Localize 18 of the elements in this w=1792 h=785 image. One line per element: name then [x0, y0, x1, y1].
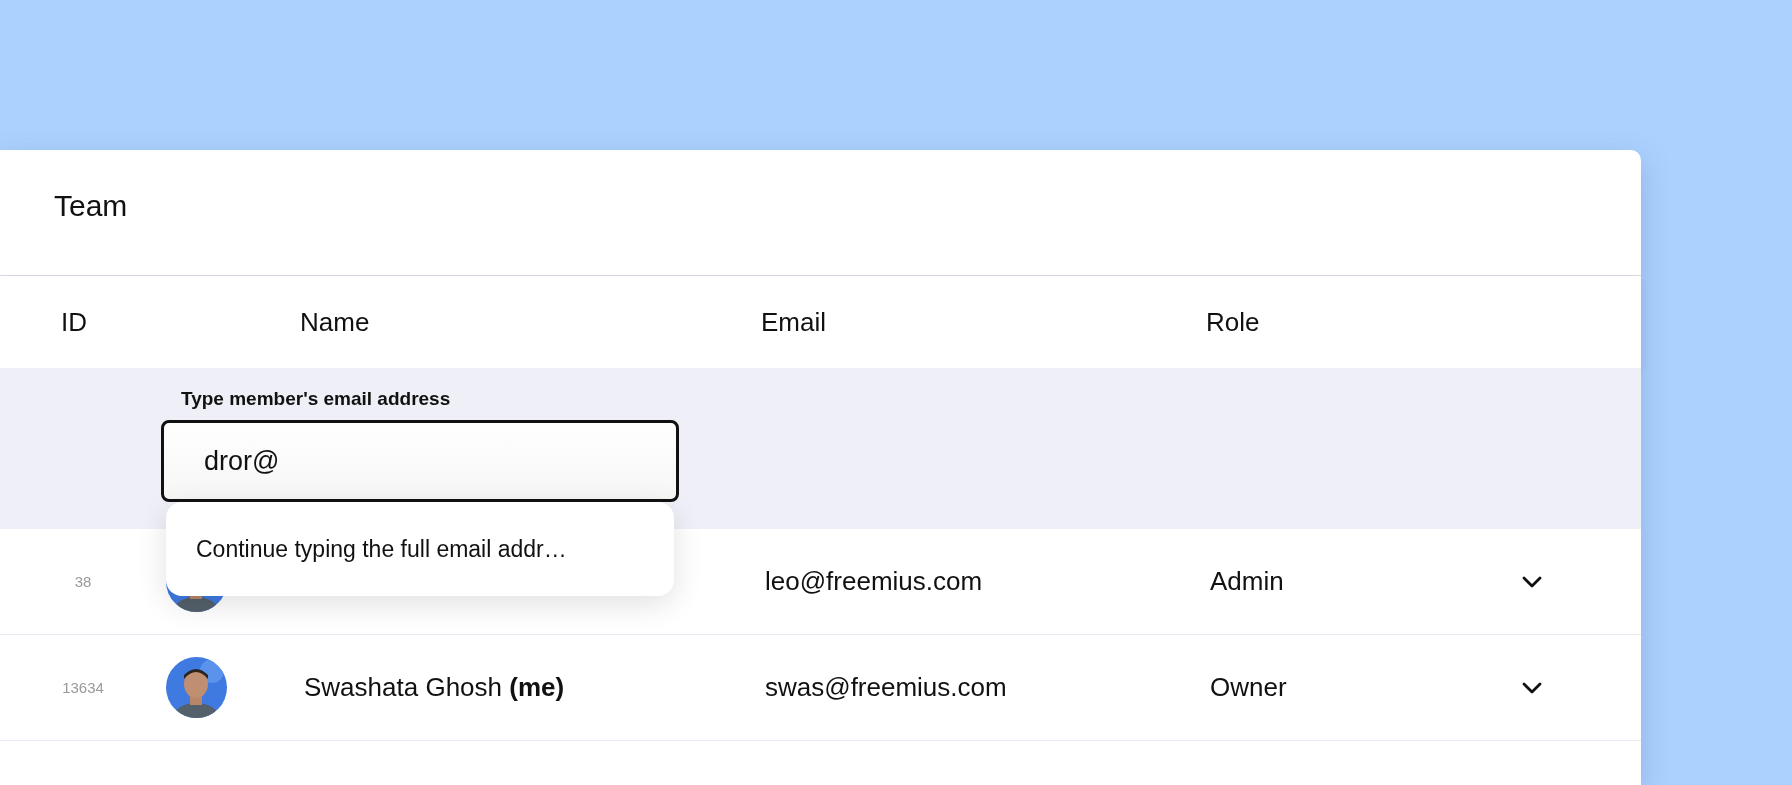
chevron-down-icon[interactable]	[1521, 680, 1543, 695]
field-label: Type member's email address	[181, 388, 452, 410]
column-header: Email	[761, 306, 827, 338]
card-title: Team	[54, 188, 128, 223]
suggestion-dropdown[interactable]: Continue typing the full email addr…	[166, 502, 674, 596]
chevron-down-icon[interactable]	[1521, 574, 1543, 589]
member-name: Swashata Ghosh (me)	[303, 672, 566, 703]
email-input[interactable]: dror@	[161, 420, 679, 502]
member-email: swas@freemius.com	[764, 672, 1008, 703]
member-role: Owner	[1209, 672, 1288, 703]
member-id: 38	[73, 573, 93, 590]
member-email: leo@freemius.com	[764, 566, 984, 597]
column-header: Role	[1206, 306, 1261, 338]
member-role: Admin	[1209, 566, 1285, 597]
column-header: ID	[60, 306, 88, 338]
member-id: 13634	[61, 679, 105, 696]
column-header: Name	[300, 306, 371, 338]
suggestion-text: Continue typing the full email addr…	[196, 535, 567, 563]
